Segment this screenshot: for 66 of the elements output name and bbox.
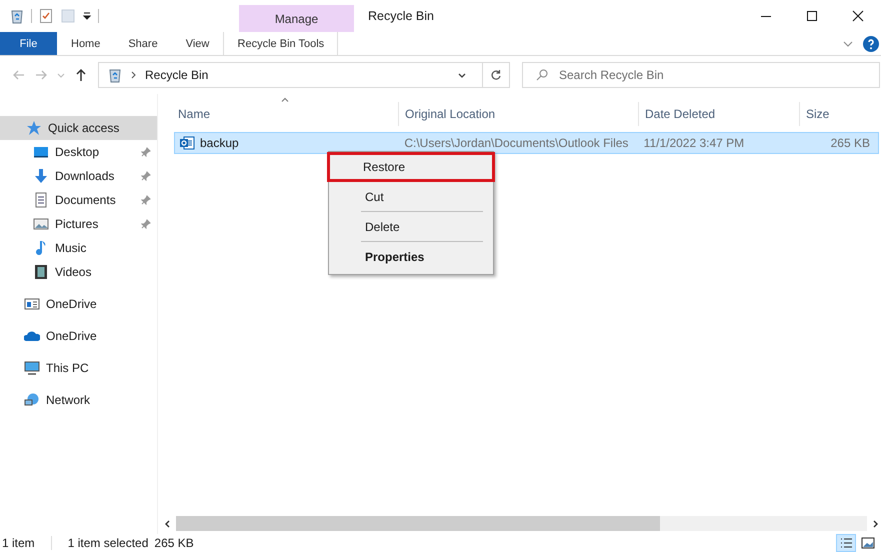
pin-icon[interactable] xyxy=(141,171,151,181)
recycle-bin-icon xyxy=(107,67,123,83)
scroll-left-icon[interactable] xyxy=(164,520,172,528)
address-path: Recycle Bin xyxy=(145,68,208,82)
document-icon xyxy=(33,192,49,208)
table-cell-text: C:\Users\Jordan\Documents\Outlook Files xyxy=(403,136,630,150)
column-header[interactable]: Name xyxy=(158,102,399,126)
sidebar-item[interactable]: Network xyxy=(0,388,157,412)
manage-tab-group: Manage xyxy=(239,5,354,32)
menu-item[interactable]: Cut xyxy=(331,184,491,209)
down-arrow-icon xyxy=(33,168,49,184)
column-header[interactable]: Size xyxy=(800,102,880,126)
pin-icon[interactable] xyxy=(141,147,151,157)
sidebar-item[interactable]: Documents xyxy=(0,188,157,212)
ribbon-tab[interactable]: View xyxy=(172,32,224,55)
scroll-right-icon[interactable] xyxy=(871,520,879,528)
chevron-right-icon xyxy=(130,71,138,79)
status-size: 265 KB xyxy=(154,536,194,550)
sidebar-item[interactable]: OneDrive xyxy=(0,324,157,348)
menu-item[interactable]: Delete xyxy=(331,214,491,239)
pin-icon[interactable] xyxy=(141,195,151,205)
menu-item[interactable]: Properties xyxy=(331,244,491,269)
sidebar-item[interactable]: Downloads xyxy=(0,164,157,188)
window-icon xyxy=(24,296,40,312)
file-name: backup xyxy=(200,136,239,150)
film-icon xyxy=(33,264,49,280)
pin-icon[interactable] xyxy=(141,219,151,229)
customize-dropdown-icon[interactable] xyxy=(82,11,92,21)
sidebar-item[interactable]: Quick access xyxy=(0,116,157,140)
mail-file-icon xyxy=(179,135,195,151)
column-header[interactable]: Date Deleted xyxy=(639,102,800,126)
monitor-icon xyxy=(33,144,49,160)
window-title: Recycle Bin xyxy=(368,9,434,23)
address-bar[interactable]: Recycle Bin xyxy=(98,62,510,88)
sidebar-item[interactable]: Desktop xyxy=(0,140,157,164)
up-icon[interactable] xyxy=(74,68,88,82)
status-item-count: 1 item xyxy=(2,536,35,550)
star-icon xyxy=(26,120,42,136)
computer-icon xyxy=(24,360,40,376)
file-row[interactable]: backup C:\Users\Jordan\Documents\Outlook Files 11/1/2022 3:47 PM 265 KB xyxy=(174,132,879,154)
table-cell-text: 11/1/2022 3:47 PM xyxy=(642,136,746,150)
sidebar-item[interactable]: Music xyxy=(0,236,157,260)
sidebar-item[interactable]: This PC xyxy=(0,356,157,380)
image-icon xyxy=(33,216,49,232)
network-icon xyxy=(24,392,40,408)
recycle-bin-icon[interactable] xyxy=(9,8,25,24)
table-cell-text: 265 KB xyxy=(830,136,871,150)
sidebar-item[interactable]: OneDrive xyxy=(0,292,157,316)
menu-item[interactable]: Restore xyxy=(327,152,495,182)
sidebar-item[interactable]: Videos xyxy=(0,260,157,284)
expand-ribbon-icon[interactable] xyxy=(843,38,853,48)
properties-icon[interactable] xyxy=(38,8,54,24)
sort-ascending-icon xyxy=(281,97,289,102)
details-view-icon[interactable] xyxy=(837,535,855,551)
column-header[interactable]: Original Location xyxy=(399,102,639,126)
status-selection: 1 item selected xyxy=(68,536,148,550)
ribbon-tab[interactable]: Home xyxy=(57,32,114,55)
sidebar-item[interactable]: Pictures xyxy=(0,212,157,236)
large-icons-view-icon[interactable] xyxy=(859,535,877,551)
file-tab[interactable]: File xyxy=(0,32,57,55)
search-icon xyxy=(536,69,548,81)
search-field[interactable]: Search Recycle Bin xyxy=(522,62,880,88)
help-icon[interactable] xyxy=(863,36,879,52)
scrollbar-thumb[interactable] xyxy=(176,516,660,531)
ribbon-tab[interactable]: Share xyxy=(114,32,172,55)
refresh-icon xyxy=(490,69,502,81)
